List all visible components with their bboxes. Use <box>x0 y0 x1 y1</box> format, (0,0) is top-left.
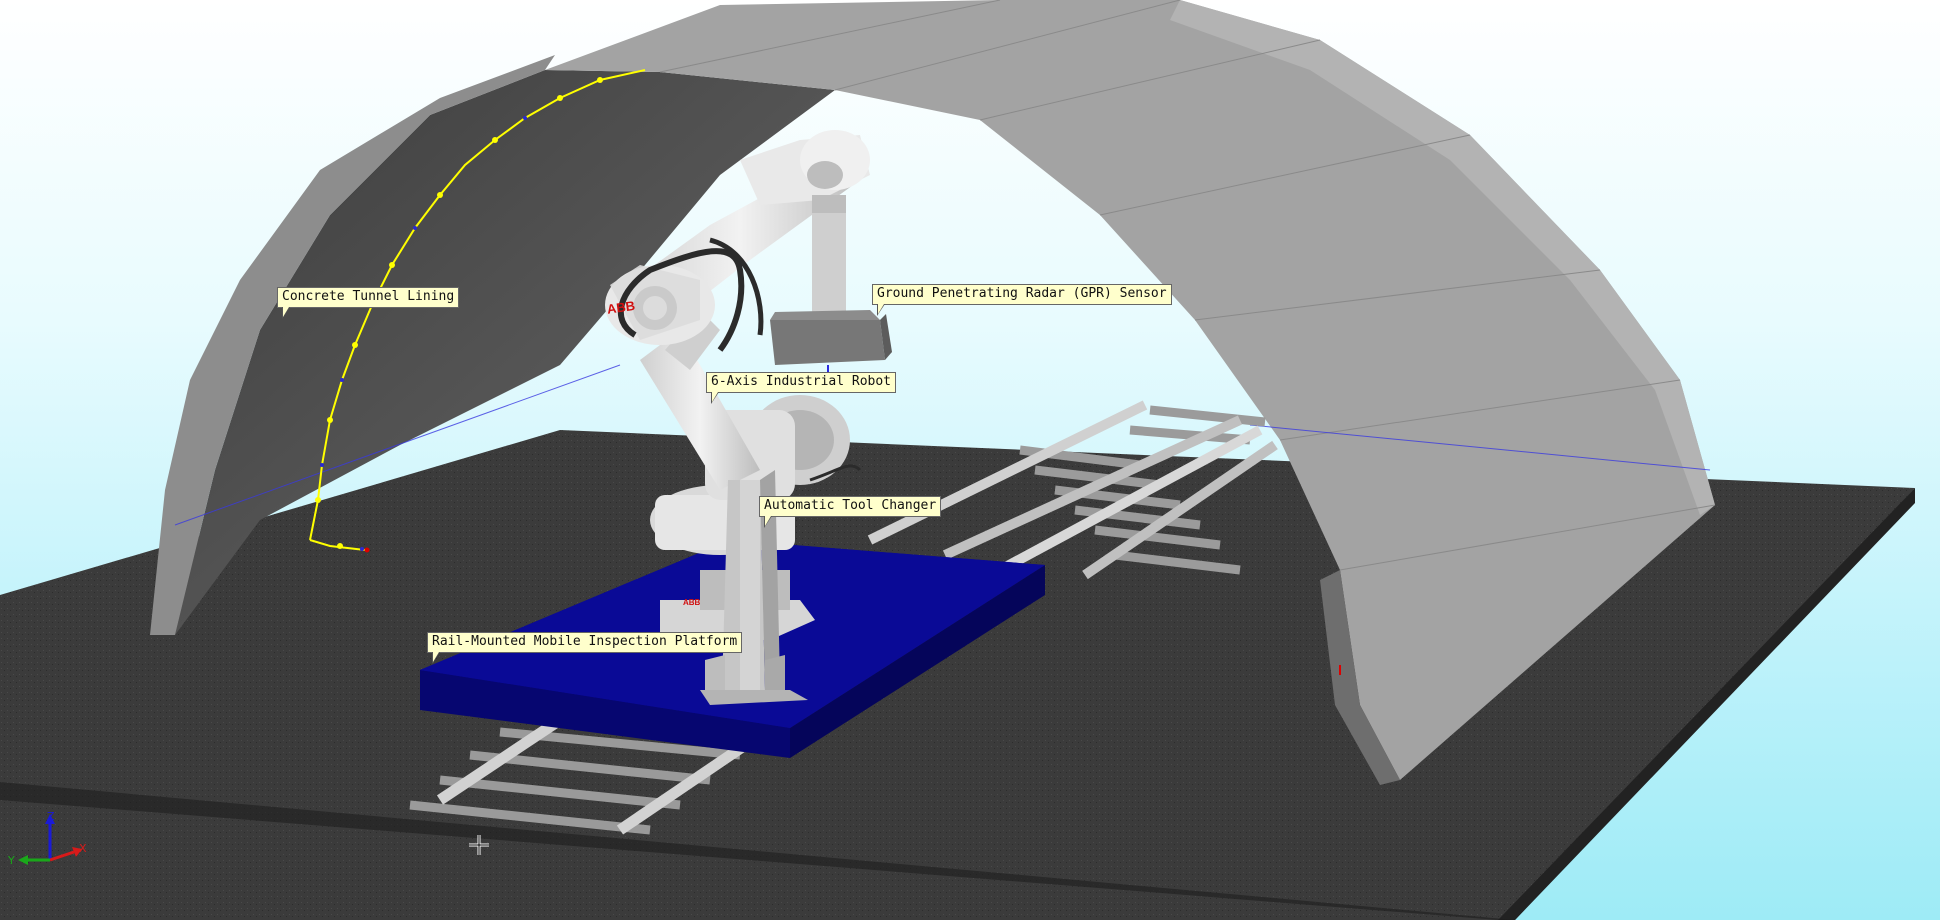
callout-industrial-robot-text: 6-Axis Industrial Robot <box>711 374 892 389</box>
x-axis-label: X <box>79 842 87 855</box>
y-axis-arrow-icon <box>18 855 28 865</box>
callout-gpr-sensor-text: Ground Penetrating Radar (GPR) Sensor <box>877 286 1167 301</box>
callout-tunnel-lining-text: Concrete Tunnel Lining <box>282 289 455 304</box>
callout-inspection-platform[interactable]: Rail-Mounted Mobile Inspection Platform <box>427 632 743 664</box>
scene-canvas[interactable]: ABB ABB <box>0 0 1940 920</box>
callout-tunnel-lining[interactable]: Concrete Tunnel Lining <box>277 287 460 319</box>
axis-triad: Z X Y <box>7 810 87 867</box>
x-axis <box>49 850 75 862</box>
3d-viewport[interactable]: ABB ABB Concrete Tunnel Lining Ground Pe… <box>0 0 1940 920</box>
callout-tool-changer[interactable]: Automatic Tool Changer <box>759 496 942 528</box>
z-axis-label: Z <box>47 810 55 823</box>
y-axis-label: Y <box>7 854 15 867</box>
crosshair-cursor-icon <box>469 835 489 855</box>
callout-gpr-sensor[interactable]: Ground Penetrating Radar (GPR) Sensor <box>872 284 1172 316</box>
callout-tool-changer-text: Automatic Tool Changer <box>764 498 937 513</box>
abb-logo-base: ABB <box>683 598 701 607</box>
callout-industrial-robot[interactable]: 6-Axis Industrial Robot <box>706 372 897 404</box>
callout-inspection-platform-text: Rail-Mounted Mobile Inspection Platform <box>432 634 738 649</box>
